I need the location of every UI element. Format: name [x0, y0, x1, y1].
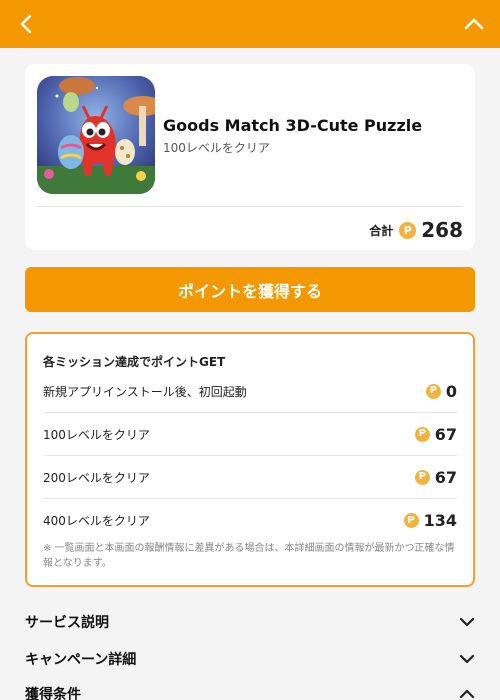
chevron-left-icon	[20, 14, 32, 34]
mission-row: 400レベルをクリア P 134	[43, 499, 457, 542]
chevron-down-icon	[459, 654, 475, 664]
app-title: Goods Match 3D-Cute Puzzle	[163, 116, 423, 135]
mission-points-value: 0	[445, 381, 457, 401]
divider	[37, 206, 463, 207]
top-bar	[0, 0, 500, 48]
section-campaign-details[interactable]: キャンペーン詳細	[25, 647, 475, 671]
point-coin-icon: P	[414, 469, 430, 485]
collapse-button[interactable]	[460, 10, 488, 38]
point-coin-icon: P	[399, 221, 417, 239]
total-label: 合計	[369, 223, 394, 238]
chevron-up-icon	[464, 18, 484, 30]
missions-title: 各ミッション達成でポイントGET	[43, 355, 226, 369]
mission-label: 新規アプリインストール後、初回起動	[43, 384, 247, 399]
mission-points: P 0	[425, 381, 457, 401]
chevron-down-icon	[459, 617, 475, 627]
app-card: Goods Match 3D-Cute Puzzle 100レベルをクリア 合計…	[25, 64, 475, 250]
reward-note: ※ 一覧画面と本画面の報酬情報に差異がある場合は、本詳細画面の情報が最新かつ正確…	[43, 543, 455, 569]
total-value: 268	[421, 218, 463, 242]
mission-label: 400レベルをクリア	[43, 514, 150, 528]
mission-points: P 67	[414, 424, 457, 444]
back-button[interactable]	[12, 10, 40, 38]
point-coin-icon: P	[425, 383, 441, 399]
point-coin-icon: P	[414, 426, 430, 442]
section-service-description[interactable]: サービス説明	[25, 610, 475, 634]
total-points: 合計 P 268	[369, 216, 463, 244]
point-coin-icon: P	[403, 513, 419, 528]
mission-row: 200レベルをクリア P 67	[43, 456, 457, 499]
mission-points-value: 67	[434, 467, 457, 487]
app-icon-image[interactable]	[37, 76, 155, 194]
section-label: 獲得条件	[25, 687, 81, 700]
section-acquisition-conditions[interactable]: 獲得条件	[25, 682, 475, 700]
mission-points: P 134	[403, 511, 457, 530]
mission-points-value: 67	[434, 424, 457, 444]
chevron-up-icon	[459, 689, 475, 699]
missions-panel: 各ミッション達成でポイントGET 新規アプリインストール後、初回起動 P 0 1…	[25, 332, 475, 587]
mission-points: P 67	[414, 467, 457, 487]
section-label: キャンペーン詳細	[25, 652, 137, 668]
mission-label: 200レベルをクリア	[43, 470, 150, 485]
app-subtitle: 100レベルをクリア	[163, 141, 270, 155]
mission-row: 新規アプリインストール後、初回起動 P 0	[43, 370, 457, 413]
get-points-button[interactable]: ポイントを獲得する	[25, 267, 475, 312]
mission-points-value: 134	[423, 511, 457, 530]
mission-label: 100レベルをクリア	[43, 427, 150, 442]
mission-row: 100レベルをクリア P 67	[43, 413, 457, 456]
section-label: サービス説明	[25, 615, 109, 631]
